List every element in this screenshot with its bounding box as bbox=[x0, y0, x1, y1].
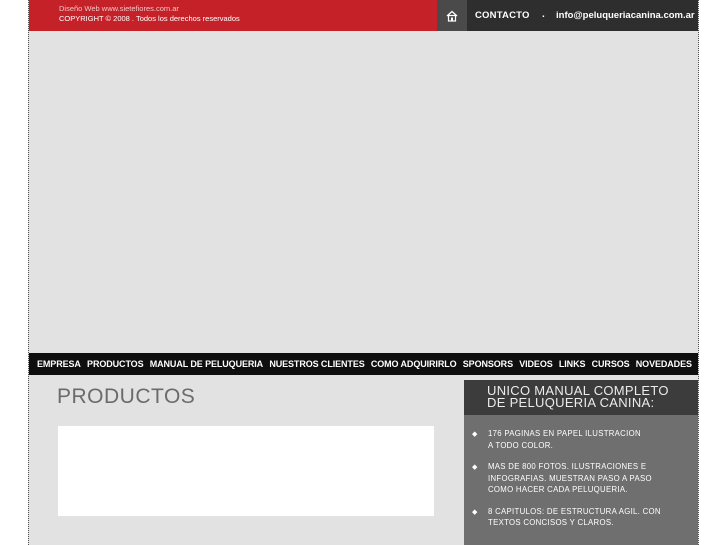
nav-item-sponsors[interactable]: SPONSORS bbox=[463, 359, 513, 369]
copyright-text: COPYRIGHT © 2008 . Todos los derechos re… bbox=[59, 14, 240, 23]
list-item: ◆ 8 CAPITULOS: DE ESTRUCTURA AGIL. CON T… bbox=[464, 506, 698, 529]
nav-item-clientes[interactable]: NUESTROS CLIENTES bbox=[269, 359, 364, 369]
feature-text: TEXTOS CONCISOS Y CLAROS. bbox=[488, 518, 614, 527]
feature-text: MAS DE 800 FOTOS. ILUSTRACIONES E bbox=[488, 462, 647, 471]
list-item: ◆ MAS DE 800 FOTOS. ILUSTRACIONES E INFO… bbox=[464, 461, 698, 496]
feature-list: ◆ 176 PAGINAS EN PAPEL ILUSTRACION A TOD… bbox=[464, 428, 698, 539]
home-icon bbox=[446, 10, 458, 22]
diamond-bullet-icon: ◆ bbox=[472, 464, 478, 471]
design-credit-link[interactable]: Diseño Web www.sietefiores.com.ar bbox=[59, 4, 437, 14]
page-container: Diseño Web www.sietefiores.com.ar COPYRI… bbox=[28, 0, 699, 545]
email-link[interactable]: info@peluqueriacanina.com.ar bbox=[556, 10, 695, 21]
feature-text: COMO HACER CADA PELUQUERIA. bbox=[488, 485, 628, 494]
products-panel bbox=[58, 426, 434, 516]
diamond-bullet-icon: ◆ bbox=[472, 431, 478, 438]
nav-item-links[interactable]: LINKS bbox=[559, 359, 586, 369]
content-area: PRODUCTOS UNICO MANUAL COMPLETO DE PELUQ… bbox=[29, 375, 698, 545]
page-title: PRODUCTOS bbox=[57, 385, 196, 408]
contact-link[interactable]: CONTACTO bbox=[475, 10, 530, 21]
banner-area bbox=[29, 31, 698, 353]
nav-item-cursos[interactable]: CURSOS bbox=[592, 359, 630, 369]
nav-item-empresa[interactable]: EMPRESA bbox=[37, 359, 81, 369]
feature-text: A TODO COLOR. bbox=[488, 440, 554, 450]
nav-item-videos[interactable]: VIDEOS bbox=[519, 359, 553, 369]
credits-block: Diseño Web www.sietefiores.com.ar COPYRI… bbox=[29, 0, 437, 31]
feature-text: INFOGRAFIAS. MUESTRAN PASO A PASO bbox=[488, 473, 652, 483]
top-bar: Diseño Web www.sietefiores.com.ar COPYRI… bbox=[29, 0, 698, 31]
nav-item-novedades[interactable]: NOVEDADES bbox=[636, 359, 692, 369]
nav-item-manual[interactable]: MANUAL DE PELUQUERIA bbox=[150, 359, 263, 369]
contact-bar: CONTACTO . info@peluqueriacanina.com.ar bbox=[437, 0, 698, 31]
home-button[interactable] bbox=[437, 0, 467, 31]
feature-text: 176 PAGINAS EN PAPEL ILUSTRACION bbox=[488, 429, 641, 438]
nav-item-productos[interactable]: PRODUCTOS bbox=[87, 359, 144, 369]
sidebar-heading: UNICO MANUAL COMPLETO DE PELUQUERIA CANI… bbox=[464, 380, 698, 415]
sidebar-heading-line2: DE PELUQUERIA CANINA: bbox=[487, 395, 655, 410]
main-nav: EMPRESA PRODUCTOS MANUAL DE PELUQUERIA N… bbox=[29, 353, 698, 375]
diamond-bullet-icon: ◆ bbox=[472, 508, 478, 516]
contact-separator: . bbox=[542, 9, 545, 20]
nav-item-adquirirlo[interactable]: COMO ADQUIRIRLO bbox=[371, 359, 457, 369]
feature-text: 8 CAPITULOS: DE ESTRUCTURA AGIL. CON bbox=[488, 506, 661, 516]
manual-sidebar: UNICO MANUAL COMPLETO DE PELUQUERIA CANI… bbox=[464, 380, 698, 545]
list-item: ◆ 176 PAGINAS EN PAPEL ILUSTRACION A TOD… bbox=[464, 428, 698, 451]
